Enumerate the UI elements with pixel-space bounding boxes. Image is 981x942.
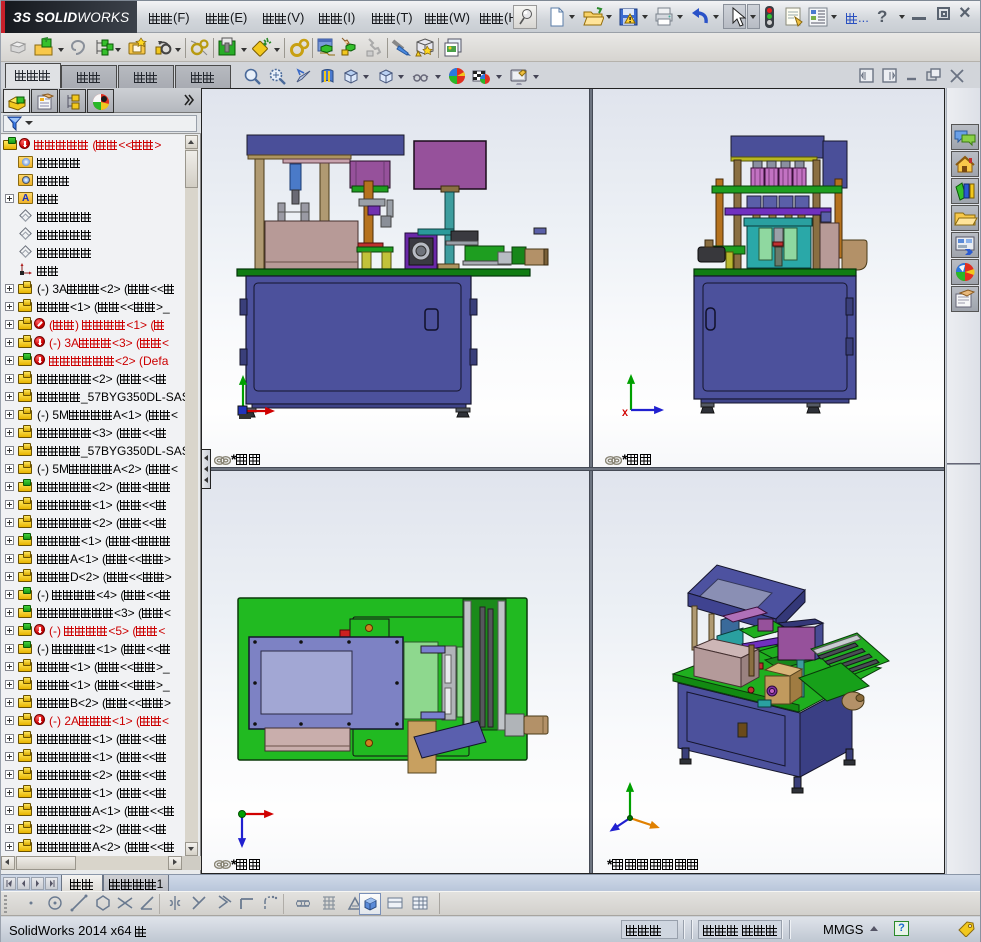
svg-text:X: X: [622, 409, 628, 420]
